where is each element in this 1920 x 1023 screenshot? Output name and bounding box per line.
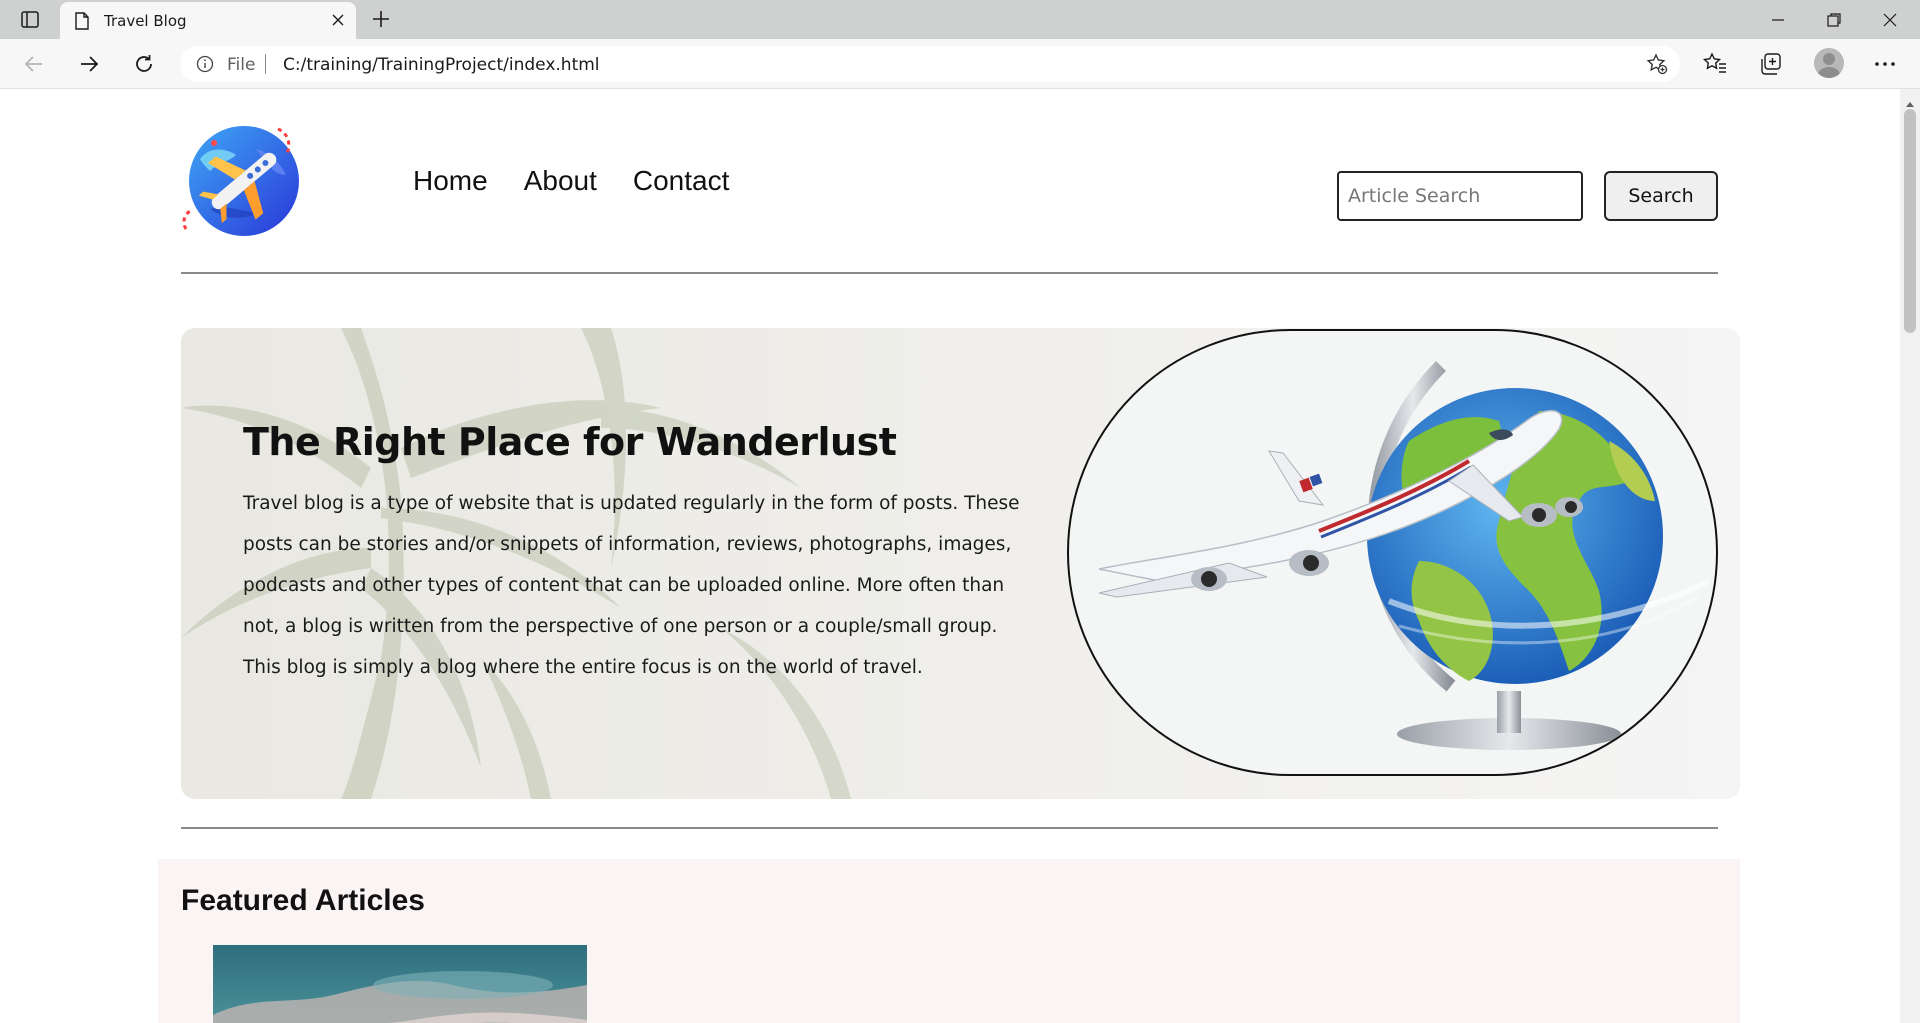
scrollbar-thumb[interactable] bbox=[1904, 109, 1916, 333]
page-scrollbar[interactable] bbox=[1900, 89, 1920, 1023]
nav-link-home[interactable]: Home bbox=[413, 165, 488, 197]
back-arrow-icon[interactable] bbox=[22, 52, 46, 76]
address-scheme: File bbox=[227, 55, 256, 75]
close-icon[interactable] bbox=[330, 12, 346, 28]
address-bar[interactable]: File C:/training/TrainingProject/index.h… bbox=[180, 46, 1680, 82]
favorites-icon[interactable] bbox=[1702, 51, 1728, 77]
article-search-input[interactable] bbox=[1337, 171, 1583, 221]
reload-icon[interactable] bbox=[132, 52, 156, 76]
header-divider bbox=[181, 272, 1718, 274]
profile-avatar[interactable] bbox=[1814, 48, 1844, 78]
page-viewport: Home About Contact Search bbox=[0, 89, 1900, 1023]
hero-divider bbox=[181, 827, 1718, 829]
star-add-icon[interactable] bbox=[1646, 53, 1668, 75]
info-icon[interactable] bbox=[196, 55, 214, 73]
nav-link-about[interactable]: About bbox=[524, 165, 597, 197]
more-dots-icon[interactable] bbox=[1872, 51, 1898, 77]
tab-actions-icon[interactable] bbox=[18, 9, 42, 31]
address-separator bbox=[265, 54, 266, 74]
plus-icon[interactable] bbox=[370, 8, 392, 30]
window-close-icon[interactable] bbox=[1862, 0, 1918, 39]
hero-image-frame bbox=[1067, 329, 1718, 776]
featured-articles-section: Featured Articles bbox=[158, 859, 1740, 1023]
featured-articles-title: Featured Articles bbox=[181, 884, 425, 917]
page-icon bbox=[74, 12, 90, 30]
browser-tab-active[interactable]: Travel Blog bbox=[60, 2, 356, 39]
browser-tab-bar: Travel Blog bbox=[0, 0, 1920, 39]
featured-article-image[interactable] bbox=[213, 945, 587, 1023]
hero-paragraph-2: This blog is simply a blog where the ent… bbox=[243, 657, 923, 678]
site-logo[interactable] bbox=[180, 119, 304, 243]
site-nav: Home About Contact bbox=[413, 165, 729, 197]
nav-link-contact[interactable]: Contact bbox=[633, 165, 730, 197]
hero-title: The Right Place for Wanderlust bbox=[243, 420, 897, 464]
restore-icon[interactable] bbox=[1806, 0, 1862, 39]
collections-icon[interactable] bbox=[1758, 51, 1784, 77]
address-url[interactable]: C:/training/TrainingProject/index.html bbox=[283, 55, 600, 75]
hero-section: The Right Place for Wanderlust Travel bl… bbox=[181, 328, 1740, 799]
airplane-globe-illustration bbox=[1098, 361, 1711, 750]
minimize-icon[interactable] bbox=[1750, 0, 1806, 39]
tab-title: Travel Blog bbox=[104, 12, 187, 30]
hero-description: Travel blog is a type of website that is… bbox=[243, 483, 1023, 688]
browser-toolbar: File C:/training/TrainingProject/index.h… bbox=[0, 39, 1920, 89]
hero-paragraph: Travel blog is a type of website that is… bbox=[243, 493, 1020, 637]
forward-arrow-icon[interactable] bbox=[77, 52, 101, 76]
scroll-up-arrow-icon[interactable] bbox=[1905, 95, 1915, 107]
search-button[interactable]: Search bbox=[1604, 171, 1718, 221]
